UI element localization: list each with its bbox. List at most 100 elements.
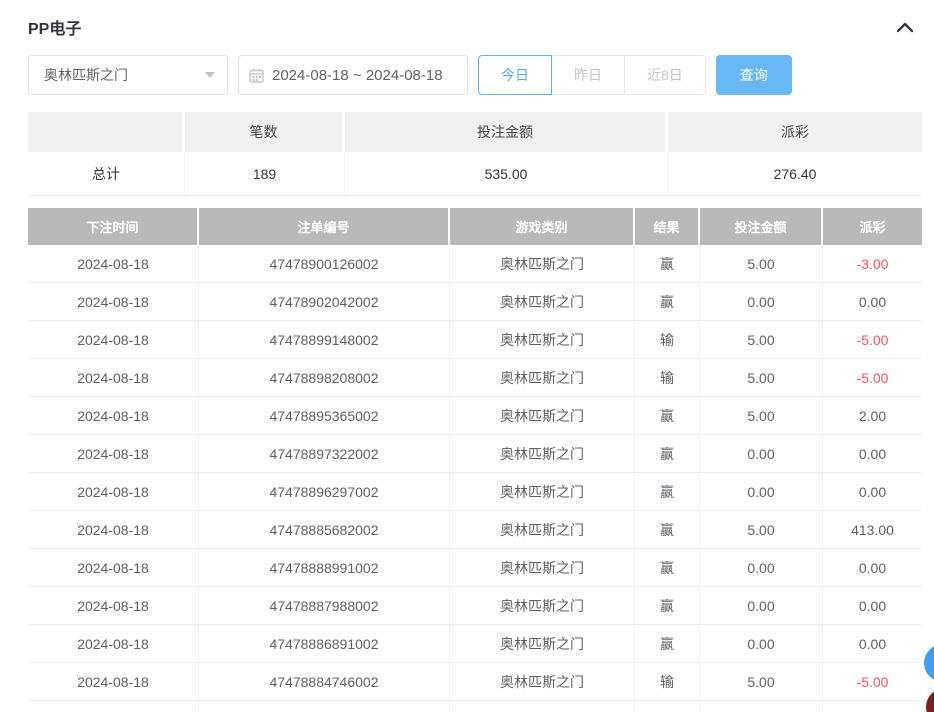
summary-header-payout: 派彩 (668, 112, 922, 152)
quick-button-近8日[interactable]: 近8日 (624, 55, 706, 95)
result-cell: 赢 (635, 549, 700, 587)
bet-amount-cell: 5.00 (700, 663, 823, 701)
payout-cell: 0.00 (823, 473, 922, 511)
payout-cell: -5.00 (823, 359, 922, 397)
bet-id-cell: 47478900126002 (199, 245, 450, 283)
bet-id-cell: 47478897322002 (199, 435, 450, 473)
bet-id-cell: 47478898208002 (199, 359, 450, 397)
payout-cell: 0.00 (823, 625, 922, 663)
collapse-button[interactable] (894, 16, 916, 38)
payout-cell: 413.00 (823, 511, 922, 549)
bet-time-cell: 2024-08-18 (28, 359, 199, 397)
floating-action-blue[interactable] (924, 644, 934, 682)
summary-total-payout: 276.40 (668, 152, 922, 196)
bet-id-cell: 47478899148002 (199, 321, 450, 359)
game-select[interactable]: 奥林匹斯之门 (28, 55, 228, 95)
bet-time-cell: 2024-08-18 (28, 663, 199, 701)
payout-cell (823, 701, 922, 712)
bet-id-cell: 47478896297002 (199, 473, 450, 511)
game-category-cell: 奥林匹斯之门 (450, 549, 635, 587)
bet-amount-cell: 5.00 (700, 359, 823, 397)
table-row (28, 701, 922, 712)
bet-time-cell: 2024-08-18 (28, 473, 199, 511)
table-row: 2024-08-1847478895365002奥林匹斯之门赢5.002.00 (28, 397, 922, 435)
bet-time-cell: 2024-08-18 (28, 549, 199, 587)
game-category-cell: 奥林匹斯之门 (450, 473, 635, 511)
date-range-value: 2024-08-18 ~ 2024-08-18 (272, 67, 443, 84)
payout-cell: 0.00 (823, 283, 922, 321)
table-row: 2024-08-1847478897322002奥林匹斯之门赢0.000.00 (28, 435, 922, 473)
bet-time-cell: 2024-08-18 (28, 625, 199, 663)
table-row: 2024-08-1847478885682002奥林匹斯之门赢5.00413.0… (28, 511, 922, 549)
payout-cell: 0.00 (823, 587, 922, 625)
payout-cell: 2.00 (823, 397, 922, 435)
game-select-value: 奥林匹斯之门 (44, 65, 128, 85)
bet-amount-cell: 5.00 (700, 321, 823, 359)
panel-title: PP电子 (28, 15, 81, 39)
bet-id-cell: 47478902042002 (199, 283, 450, 321)
quick-button-昨日[interactable]: 昨日 (551, 55, 625, 95)
bet-amount-cell: 0.00 (700, 625, 823, 663)
game-category-cell (450, 701, 635, 712)
bet-amount-cell: 0.00 (700, 283, 823, 321)
game-category-cell: 奥林匹斯之门 (450, 587, 635, 625)
bet-time-cell: 2024-08-18 (28, 435, 199, 473)
bet-id-cell: 47478887988002 (199, 587, 450, 625)
result-cell: 赢 (635, 473, 700, 511)
quick-button-今日[interactable]: 今日 (478, 55, 552, 95)
game-category-cell: 奥林匹斯之门 (450, 435, 635, 473)
bets-table-header-row: 下注时间注单编号游戏类别结果投注金额派彩 (28, 208, 922, 245)
bet-time-cell: 2024-08-18 (28, 511, 199, 549)
bet-time-cell: 2024-08-18 (28, 587, 199, 625)
bet-amount-cell: 0.00 (700, 549, 823, 587)
floating-action-red[interactable] (926, 688, 934, 712)
result-cell: 赢 (635, 283, 700, 321)
result-cell (635, 701, 700, 712)
payout-cell: 0.00 (823, 549, 922, 587)
game-category-cell: 奥林匹斯之门 (450, 245, 635, 283)
game-category-cell: 奥林匹斯之门 (450, 321, 635, 359)
summary-total-row: 总计 189 535.00 276.40 (28, 152, 922, 196)
table-row: 2024-08-1847478896297002奥林匹斯之门赢0.000.00 (28, 473, 922, 511)
result-cell: 输 (635, 321, 700, 359)
bet-time-cell: 2024-08-18 (28, 397, 199, 435)
payout-cell: -5.00 (823, 663, 922, 701)
summary-total-bet-amount: 535.00 (345, 152, 668, 196)
summary-header-count: 笔数 (185, 112, 345, 152)
bets-col-header-2: 游戏类别 (450, 208, 635, 245)
result-cell: 输 (635, 359, 700, 397)
table-row: 2024-08-1847478900126002奥林匹斯之门赢5.00-3.00 (28, 245, 922, 283)
summary-header-row: 笔数 投注金额 派彩 (28, 112, 922, 152)
payout-cell: 0.00 (823, 435, 922, 473)
bet-amount-cell: 5.00 (700, 511, 823, 549)
chevron-up-icon (896, 21, 914, 33)
table-row: 2024-08-1847478888991002奥林匹斯之门赢0.000.00 (28, 549, 922, 587)
result-cell: 赢 (635, 587, 700, 625)
result-cell: 赢 (635, 435, 700, 473)
query-button[interactable]: 查询 (716, 55, 792, 95)
bet-time-cell: 2024-08-18 (28, 283, 199, 321)
result-cell: 赢 (635, 511, 700, 549)
game-category-cell: 奥林匹斯之门 (450, 511, 635, 549)
bets-table: 下注时间注单编号游戏类别结果投注金额派彩 2024-08-18474789001… (28, 208, 922, 712)
result-cell: 输 (635, 663, 700, 701)
bet-amount-cell: 5.00 (700, 245, 823, 283)
date-range-input[interactable]: 2024-08-18 ~ 2024-08-18 (238, 55, 468, 95)
bets-col-header-3: 结果 (635, 208, 700, 245)
bets-col-header-5: 派彩 (823, 208, 922, 245)
table-row: 2024-08-1847478884746002奥林匹斯之门输5.00-5.00 (28, 663, 922, 701)
game-category-cell: 奥林匹斯之门 (450, 359, 635, 397)
pp-games-panel: PP电子 奥林匹斯之门 2024-08-18 ~ 2024- (0, 0, 934, 712)
result-cell: 赢 (635, 625, 700, 663)
payout-cell: -5.00 (823, 321, 922, 359)
bets-col-header-4: 投注金额 (700, 208, 823, 245)
result-cell: 赢 (635, 397, 700, 435)
bet-id-cell: 47478884746002 (199, 663, 450, 701)
game-category-cell: 奥林匹斯之门 (450, 625, 635, 663)
calendar-icon (249, 68, 264, 83)
bet-id-cell: 47478895365002 (199, 397, 450, 435)
table-row: 2024-08-1847478899148002奥林匹斯之门输5.00-5.00 (28, 321, 922, 359)
panel-header: PP电子 (28, 15, 922, 39)
summary-total-count: 189 (185, 152, 345, 196)
table-row: 2024-08-1847478898208002奥林匹斯之门输5.00-5.00 (28, 359, 922, 397)
